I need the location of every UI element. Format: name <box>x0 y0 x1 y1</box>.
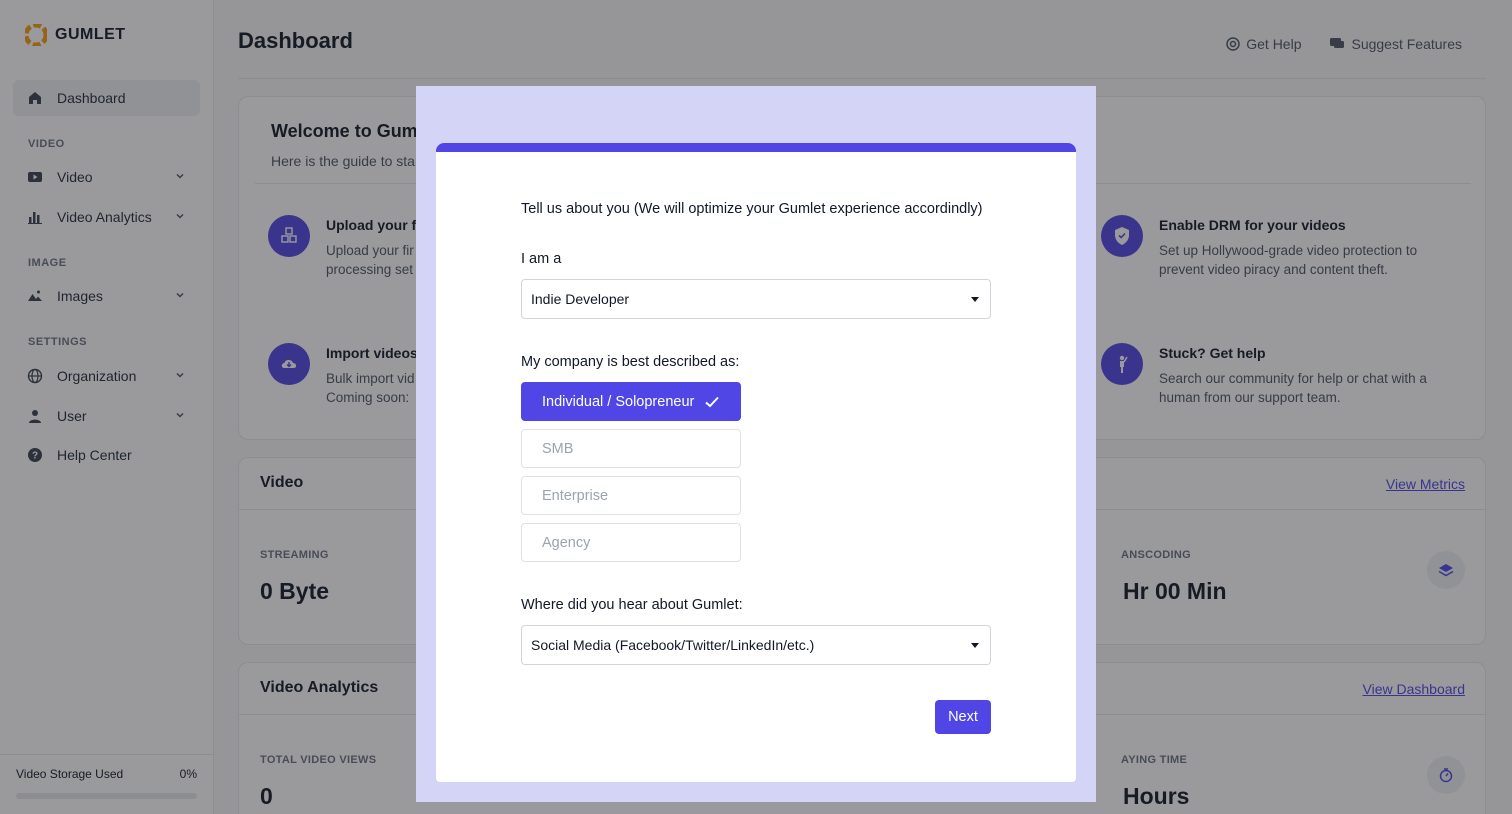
option-label: Agency <box>542 534 591 551</box>
i-am-label: I am a <box>521 251 562 267</box>
caret-down-icon <box>971 643 979 648</box>
company-option-individual[interactable]: Individual / Solopreneur <box>521 382 741 421</box>
onboarding-form: Tell us about you (We will optimize your… <box>436 143 1076 782</box>
check-icon <box>704 395 720 409</box>
next-button[interactable]: Next <box>935 700 991 734</box>
hear-select[interactable]: Social Media (Facebook/Twitter/LinkedIn/… <box>521 625 991 665</box>
hear-value: Social Media (Facebook/Twitter/LinkedIn/… <box>531 637 815 653</box>
i-am-select[interactable]: Indie Developer <box>521 279 991 319</box>
option-label: Individual / Solopreneur <box>542 393 695 410</box>
company-option-agency[interactable]: Agency <box>521 523 741 562</box>
option-label: SMB <box>542 440 574 457</box>
modal-intro: Tell us about you (We will optimize your… <box>521 201 983 217</box>
company-label: My company is best described as: <box>521 354 740 370</box>
onboarding-modal: Tell us about you (We will optimize your… <box>416 86 1096 802</box>
company-option-enterprise[interactable]: Enterprise <box>521 476 741 515</box>
company-option-smb[interactable]: SMB <box>521 429 741 468</box>
hear-label: Where did you hear about Gumlet: <box>521 597 743 613</box>
i-am-value: Indie Developer <box>531 291 630 307</box>
modal-accent-bar <box>436 143 1076 152</box>
caret-down-icon <box>971 297 979 302</box>
option-label: Enterprise <box>542 487 609 504</box>
